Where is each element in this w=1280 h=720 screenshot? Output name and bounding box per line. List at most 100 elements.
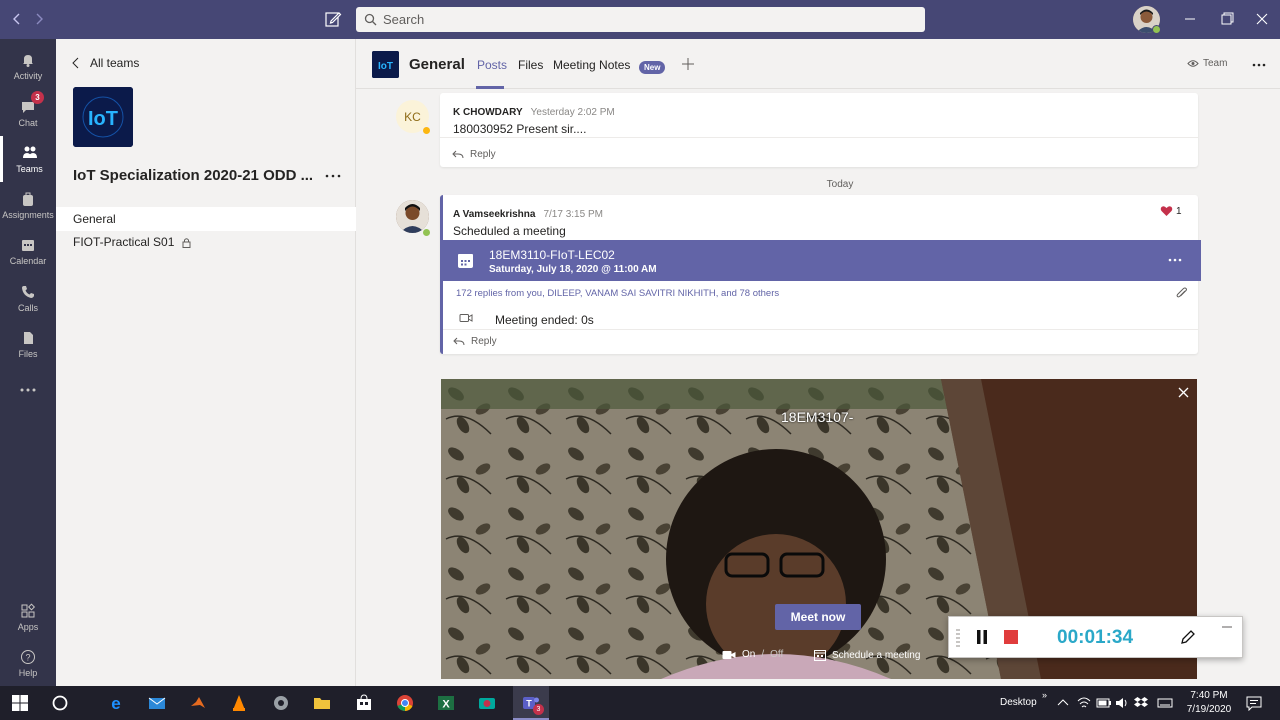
svg-text:IoT: IoT	[378, 61, 393, 72]
team-button[interactable]: Team	[1187, 58, 1227, 69]
drag-handle[interactable]	[956, 629, 960, 647]
svg-text:e: e	[111, 694, 120, 712]
pen-icon[interactable]	[1180, 629, 1196, 645]
rail-item-teams[interactable]: Teams	[0, 136, 56, 182]
pause-icon[interactable]	[976, 630, 988, 644]
rail-label: Apps	[17, 621, 39, 632]
team-button-label: Team	[1203, 58, 1228, 69]
svg-text:X: X	[442, 699, 450, 711]
edge-browser-icon[interactable]: e	[107, 694, 125, 712]
chevron-right-double-icon[interactable]: »	[1042, 690, 1047, 700]
channel-general[interactable]: General	[56, 207, 356, 231]
rail-label: Calendar	[9, 255, 47, 266]
rail-item-activity[interactable]: Activity	[0, 43, 56, 89]
tab-files[interactable]: Files	[518, 58, 543, 72]
rail-item-help[interactable]: ? Help	[0, 640, 56, 686]
taskbar-teams-active[interactable]: T 3	[513, 686, 549, 720]
tab-meeting-notes[interactable]: Meeting Notes	[553, 58, 630, 72]
team-logo: IoT	[73, 87, 133, 147]
compose-icon[interactable]	[324, 10, 342, 28]
settings-app-icon[interactable]	[272, 694, 290, 712]
search-input[interactable]: Search	[356, 7, 925, 32]
paperclip-icon[interactable]	[1175, 287, 1188, 300]
meeting-more-icon[interactable]	[1168, 255, 1182, 265]
replies-summary-link[interactable]: 172 replies from you, DILEEP, VANAM SAI …	[456, 288, 779, 299]
reply-label: Reply	[470, 149, 496, 160]
rail-item-calendar[interactable]: Calendar	[0, 228, 56, 274]
camera-toggle[interactable]: On / Off	[722, 649, 783, 660]
screen-recorder-widget: 00:01:34	[948, 616, 1243, 658]
clock-time: 7:40 PM	[1190, 690, 1228, 701]
speaker-icon[interactable]	[1115, 696, 1133, 714]
search-icon	[364, 13, 377, 26]
channel-team-logo: IoT	[372, 51, 399, 78]
meeting-banner[interactable]: 18EM3110-FIoT-LEC02 Saturday, July 18, 2…	[440, 240, 1201, 281]
reaction[interactable]: 1	[1160, 205, 1182, 217]
meeting-ended-text: Meeting ended: 0s	[495, 313, 594, 327]
close-window-icon[interactable]	[1254, 11, 1270, 27]
reply-button[interactable]: Reply	[453, 336, 497, 347]
cortana-icon[interactable]	[51, 694, 69, 712]
more-options-icon[interactable]	[324, 169, 342, 183]
mail-icon[interactable]	[148, 694, 166, 712]
rail-label: Teams	[16, 163, 43, 174]
meet-now-button[interactable]: Meet now	[775, 604, 861, 630]
presence-available-icon	[422, 228, 431, 237]
maximize-icon[interactable]	[1219, 11, 1235, 27]
chrome-icon[interactable]	[396, 694, 414, 712]
search-placeholder: Search	[383, 12, 425, 27]
close-preview-icon[interactable]	[1177, 386, 1190, 399]
rail-label: Calls	[17, 302, 38, 313]
rail-item-apps[interactable]: Apps	[0, 594, 56, 640]
tab-posts[interactable]: Posts	[477, 58, 507, 72]
back-arrow-icon[interactable]	[9, 11, 25, 27]
keyboard-icon[interactable]	[1157, 696, 1175, 714]
rail-item-chat[interactable]: Chat	[0, 90, 56, 136]
rail-label: Assignments	[2, 209, 54, 220]
wifi-icon[interactable]	[1077, 696, 1095, 714]
video-camera-icon	[722, 650, 736, 660]
notifications-icon[interactable]	[1246, 695, 1264, 713]
reply-button[interactable]: Reply	[452, 149, 496, 160]
camera-app-icon[interactable]	[478, 694, 496, 712]
bell-icon	[20, 52, 36, 68]
channel-label: FIOT-Practical S01	[73, 235, 175, 249]
minimize-icon[interactable]	[1182, 11, 1198, 27]
system-clock[interactable]: 7:40 PM 7/19/2020	[1186, 689, 1232, 717]
camera-on-label: On	[742, 649, 756, 660]
header-more-icon[interactable]	[1251, 59, 1267, 71]
chevron-up-icon[interactable]	[1056, 696, 1074, 714]
minimize-recorder-icon[interactable]	[1221, 623, 1233, 631]
add-tab-icon[interactable]	[681, 57, 695, 71]
stop-icon[interactable]	[1004, 630, 1018, 644]
all-teams-link[interactable]: All teams	[72, 56, 139, 70]
divider	[443, 329, 1198, 330]
presence-available-icon	[1152, 25, 1161, 34]
store-icon[interactable]	[355, 694, 373, 712]
recording-timer: 00:01:34	[1057, 627, 1134, 648]
schedule-meeting-button[interactable]: Schedule a meeting	[814, 649, 920, 661]
channel-fiot-practical[interactable]: FIOT-Practical S01	[56, 230, 356, 254]
divider	[440, 137, 1198, 138]
team-panel: All teams IoT IoT Specialization 2020-21…	[56, 39, 356, 686]
excel-icon[interactable]: X	[437, 694, 455, 712]
channel-title: General	[409, 56, 465, 73]
chevron-left-icon	[72, 57, 80, 69]
matlab-icon[interactable]	[189, 694, 207, 712]
eye-icon	[1187, 59, 1199, 68]
rail-item-assignments[interactable]: Assignments	[0, 182, 56, 228]
meeting-title: 18EM3110-FIoT-LEC02	[489, 248, 615, 262]
vlc-icon[interactable]	[230, 694, 248, 712]
backpack-icon	[20, 191, 36, 207]
desktop-toolbar-label[interactable]: Desktop	[1000, 697, 1037, 708]
battery-icon[interactable]	[1096, 696, 1114, 714]
rail-item-files[interactable]: Files	[0, 321, 56, 367]
dropbox-icon[interactable]	[1134, 696, 1152, 714]
teams-icon	[21, 145, 39, 161]
rail-item-calls[interactable]: Calls	[0, 275, 56, 321]
file-explorer-icon[interactable]	[313, 694, 331, 712]
windows-start-icon[interactable]	[11, 694, 29, 712]
more-apps-icon[interactable]	[0, 367, 56, 413]
camera-separator: /	[761, 649, 765, 660]
forward-arrow-icon[interactable]	[31, 11, 47, 27]
